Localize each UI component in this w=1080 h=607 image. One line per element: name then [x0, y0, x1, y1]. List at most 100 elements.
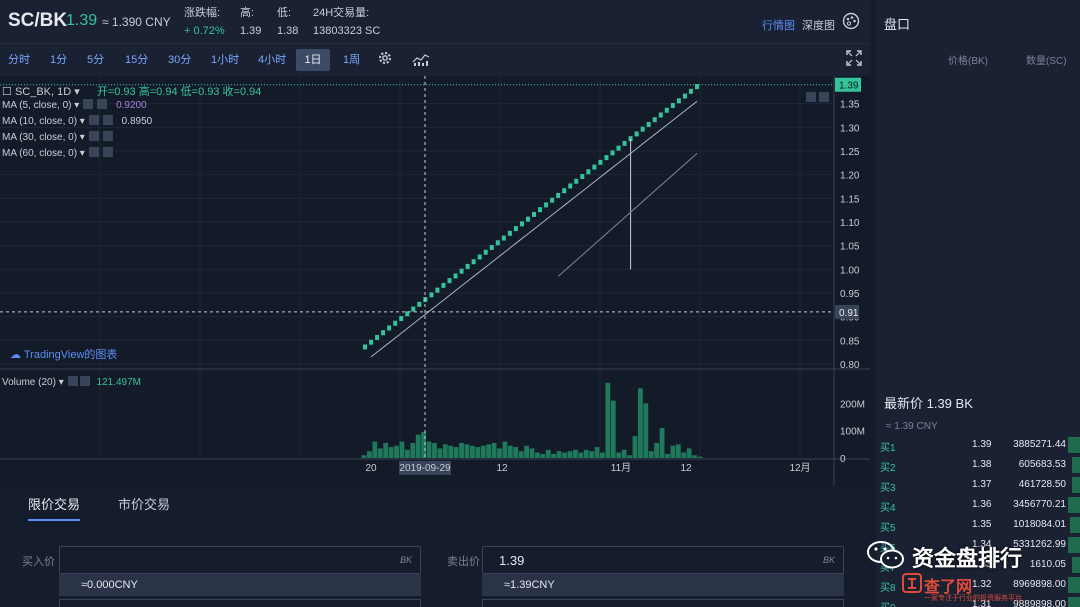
close-icon[interactable]	[102, 131, 113, 141]
bid-price: 1.38	[972, 459, 992, 470]
candle	[387, 325, 392, 331]
candle	[369, 339, 374, 345]
timeframe-30m[interactable]: 30分	[162, 49, 197, 71]
volume-bar	[404, 449, 410, 458]
tab-market-order[interactable]: 市价交易	[118, 494, 170, 513]
volume-bar	[426, 441, 432, 458]
candle	[658, 112, 663, 118]
volume-bar	[388, 447, 394, 458]
volume-bar	[372, 441, 378, 458]
checkbox-icon[interactable]: ☐	[2, 86, 12, 98]
close-icon[interactable]	[102, 147, 113, 157]
volume-legend[interactable]: Volume (20) ▾ 121.497M	[2, 376, 141, 388]
bid-qty: 1018084.01	[1013, 519, 1066, 530]
bid-label: 买3	[880, 483, 896, 494]
last-price-tag-label: 1.39	[839, 81, 859, 92]
bid-row[interactable]: 买4 1.36 3456770.21	[876, 495, 1080, 515]
candle	[616, 145, 621, 151]
fullscreen-icon[interactable]	[846, 50, 862, 66]
volume-bar	[637, 388, 643, 458]
timeframe-1w[interactable]: 1周	[337, 49, 366, 71]
timeframe-fenshi[interactable]: 分时	[2, 49, 36, 71]
close-icon[interactable]	[79, 376, 90, 386]
candle	[363, 344, 367, 350]
time-tick-label: 11月	[611, 462, 631, 474]
volume-bar	[540, 453, 546, 458]
volume-bar	[659, 427, 665, 458]
timeframe-15m[interactable]: 15分	[119, 49, 154, 71]
watermark: 资金盘排行 查了网 一家专注于行业的投资服务平台	[862, 537, 1080, 607]
bid-price: 1.39	[972, 439, 992, 450]
bid-row[interactable]: 买1 1.39 3885271.44	[876, 435, 1080, 455]
indicators-icon[interactable]	[412, 52, 430, 66]
watermark-text: 资金盘排行	[912, 546, 1023, 571]
volume-bar	[692, 455, 697, 458]
price-tick-label: 1.20	[840, 171, 860, 182]
time-tick-label: 12	[680, 463, 692, 474]
sell-price-input[interactable]: 1.39 BK	[482, 546, 844, 574]
candle	[495, 240, 500, 246]
tradingview-cloud-icon: ☁	[10, 349, 21, 361]
chart-canvas[interactable]: 1.39 1.35 1.30 1.25 1.20 1.15 1.10 1.05 1.00 0.95…	[0, 76, 870, 486]
visibility-icon[interactable]	[88, 115, 99, 125]
tab-market-chart[interactable]: 行情图	[762, 17, 795, 33]
candle	[574, 178, 579, 184]
bid-row[interactable]: 买2 1.38 605683.53	[876, 455, 1080, 475]
buy-price-input[interactable]: BK	[59, 546, 421, 574]
visibility-icon[interactable]	[67, 376, 78, 386]
gear-icon[interactable]	[377, 50, 393, 66]
volume-bar	[518, 451, 524, 458]
visibility-icon[interactable]	[83, 99, 94, 109]
bid-qty: 605683.53	[1018, 459, 1066, 470]
volume-bar	[486, 444, 492, 458]
tradingview-brand[interactable]: ☁ TradingView的图表	[10, 346, 117, 362]
sell-amount-input[interactable]	[482, 599, 844, 607]
sell-price-label: 卖出价	[447, 556, 480, 568]
bid-depth-bar	[1072, 477, 1080, 493]
crosshair-price-label: 0.91	[839, 308, 859, 319]
volume-bar	[437, 448, 443, 458]
time-tick-label: 12月	[789, 462, 810, 474]
volume-bar	[383, 442, 389, 458]
volume-bar	[670, 445, 676, 458]
ma30-legend[interactable]: MA (30, close, 0) ▾	[2, 131, 113, 143]
ma5-legend[interactable]: MA (5, close, 0) ▾ 0.9200	[2, 99, 147, 111]
timeframe-4h[interactable]: 4小时	[252, 49, 292, 71]
candle	[676, 98, 681, 104]
close-icon[interactable]	[97, 99, 108, 109]
buy-amount-input[interactable]	[59, 599, 421, 607]
volume-bar	[469, 445, 475, 458]
bid-label: 买2	[880, 463, 896, 474]
volume-bar	[545, 449, 551, 458]
bid-depth-bar	[1072, 457, 1080, 473]
ma10-legend[interactable]: MA (10, close, 0) ▾ 0.8950	[2, 115, 152, 127]
volume-bar	[594, 447, 600, 458]
tab-depth-chart[interactable]: 深度图	[802, 17, 835, 33]
visibility-icon[interactable]	[88, 131, 99, 141]
volume-bar	[665, 453, 670, 458]
bid-row[interactable]: 买5 1.35 1018084.01	[876, 515, 1080, 535]
volume-bar	[643, 403, 649, 458]
volume-bar	[583, 449, 589, 458]
volume-bar	[475, 447, 481, 458]
price-tick-label: 0.80	[840, 360, 860, 371]
volume-bar	[551, 453, 557, 458]
visibility-icon[interactable]	[88, 147, 99, 157]
tab-limit-order[interactable]: 限价交易	[28, 494, 81, 521]
palette-icon[interactable]	[842, 12, 860, 30]
close-icon[interactable]	[102, 115, 113, 125]
bid-row[interactable]: 买3 1.37 461728.50	[876, 475, 1080, 495]
timeframe-5m[interactable]: 5分	[81, 49, 110, 71]
candle	[429, 292, 434, 298]
volume-bar	[605, 382, 611, 458]
timeframe-1d[interactable]: 1日	[296, 49, 330, 71]
price-chart[interactable]: 1.39 1.35 1.30 1.25 1.20 1.15 1.10 1.05 1.00 0.95…	[0, 76, 870, 486]
chart-toolbar: 分时 1分 5分 15分 30分 1小时 4小时 1日 1周	[0, 44, 870, 76]
ma60-legend[interactable]: MA (60, close, 0) ▾	[2, 147, 113, 159]
trade-form: 限价交易 市价交易 买入价 BK ≈0.000CNY 卖出价 1.39 BK ≈…	[0, 486, 870, 607]
volume-bar	[361, 455, 367, 458]
timeframe-1h[interactable]: 1小时	[205, 49, 245, 71]
timeframe-1m[interactable]: 1分	[44, 49, 73, 71]
volume-tick-label: 0	[840, 454, 846, 465]
volume-bar	[453, 447, 459, 458]
